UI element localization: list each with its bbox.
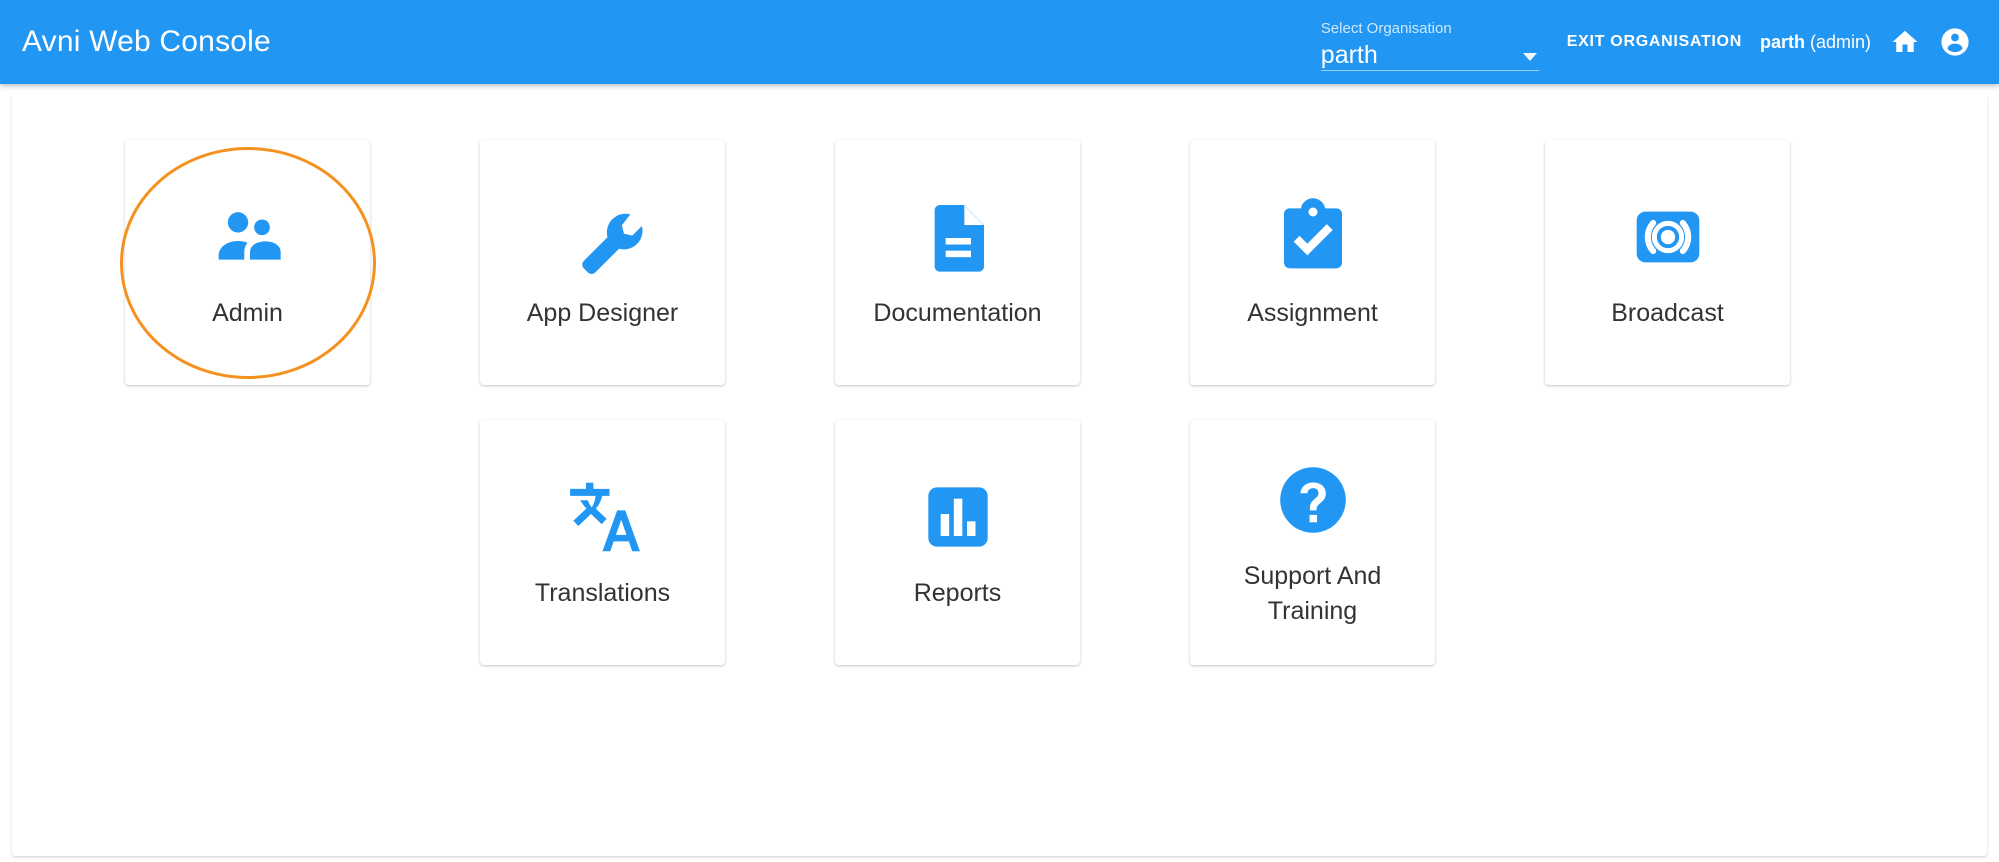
menu-tile-grid: Admin App Designer Documentation Assignm… bbox=[119, 94, 1965, 700]
tile-label: Translations bbox=[534, 579, 671, 607]
tile-label: App Designer bbox=[526, 299, 679, 327]
tile-cell: Documentation bbox=[835, 140, 1190, 420]
people-icon bbox=[205, 194, 291, 280]
wrench-icon bbox=[560, 194, 646, 280]
tile-assignment[interactable]: Assignment bbox=[1190, 140, 1435, 385]
bar-chart-icon bbox=[915, 474, 1001, 560]
page-content: Admin App Designer Documentation Assignm… bbox=[0, 84, 1999, 862]
chevron-down-icon bbox=[1522, 52, 1537, 61]
tile-cell: Support And Training bbox=[1190, 420, 1545, 700]
tile-reports[interactable]: Reports bbox=[835, 420, 1080, 665]
tile-label: Support And Training bbox=[1243, 561, 1382, 625]
tile-cell: Broadcast bbox=[1545, 140, 1900, 420]
clipboard-check-icon bbox=[1270, 194, 1356, 280]
tile-app-designer[interactable]: App Designer bbox=[480, 140, 725, 385]
select-organisation-dropdown[interactable]: Select Organisation parth bbox=[1320, 14, 1539, 71]
tile-cell: App Designer bbox=[480, 140, 835, 420]
tile-label: Reports bbox=[913, 579, 1002, 607]
tile-documentation[interactable]: Documentation bbox=[835, 140, 1080, 385]
account-circle-icon bbox=[1939, 26, 1971, 58]
tile-grid-spacer bbox=[125, 420, 480, 700]
app-header: Avni Web Console Select Organisation par… bbox=[0, 0, 1999, 84]
tile-label: Broadcast bbox=[1611, 299, 1724, 327]
translate-icon bbox=[560, 474, 646, 560]
tile-cell: Assignment bbox=[1190, 140, 1545, 420]
tile-cell: Admin bbox=[119, 140, 480, 420]
home-icon bbox=[1890, 27, 1920, 57]
app-title: Avni Web Console bbox=[22, 25, 271, 58]
user-role: (admin) bbox=[1809, 31, 1871, 52]
exit-organisation-button[interactable]: EXIT ORGANISATION bbox=[1565, 27, 1744, 57]
user-name: parth bbox=[1759, 31, 1805, 52]
tile-translations[interactable]: Translations bbox=[480, 420, 725, 665]
tile-broadcast[interactable]: Broadcast bbox=[1545, 140, 1790, 385]
header-actions: Select Organisation parth EXIT ORGANISAT… bbox=[1320, 0, 1999, 84]
user-identity: parth (admin) bbox=[1760, 32, 1871, 53]
select-organisation-value: parth bbox=[1320, 40, 1378, 69]
tile-admin[interactable]: Admin bbox=[119, 140, 376, 385]
account-button[interactable] bbox=[1933, 20, 1977, 64]
tile-label: Documentation bbox=[873, 299, 1042, 327]
broadcast-icon bbox=[1625, 194, 1711, 280]
tile-label: Assignment bbox=[1247, 299, 1378, 327]
select-organisation-control[interactable]: parth bbox=[1320, 37, 1539, 71]
tile-label: Admin bbox=[212, 299, 283, 327]
tile-support-and-training[interactable]: Support And Training bbox=[1190, 420, 1435, 665]
home-button[interactable] bbox=[1883, 20, 1927, 64]
help-circle-icon bbox=[1270, 457, 1356, 543]
select-organisation-label: Select Organisation bbox=[1320, 19, 1452, 37]
main-panel: Admin App Designer Documentation Assignm… bbox=[12, 94, 1987, 856]
tile-cell: Translations bbox=[480, 420, 835, 700]
document-icon bbox=[915, 194, 1001, 280]
tile-cell: Reports bbox=[835, 420, 1190, 700]
